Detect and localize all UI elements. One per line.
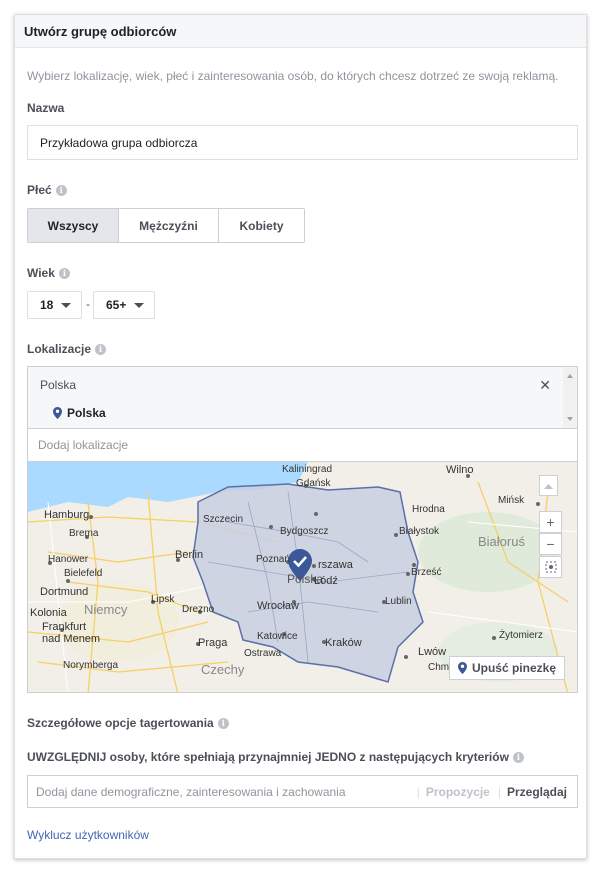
- panel-title: Utwórz grupę odbiorców: [24, 23, 177, 39]
- map-label-brzesc: Brześć: [411, 567, 442, 578]
- detailed-targeting-label-text: Szczegółowe opcje tagertowania: [27, 716, 214, 730]
- map-label-lwow: Lwów: [418, 646, 447, 658]
- age-min-dropdown[interactable]: 18: [27, 291, 82, 319]
- detailed-targeting-placeholder: Dodaj dane demograficzne, zainteresowani…: [36, 784, 346, 799]
- map-label-zytomierz: Żytomierz: [499, 630, 543, 641]
- map-label-szczecin: Szczecin: [203, 514, 244, 525]
- info-icon[interactable]: i: [217, 717, 229, 729]
- location-map[interactable]: Kaliningrad Gdańsk Wilno Hamburg Brema S…: [27, 461, 578, 693]
- include-criteria-text: UWZGLĘDNIJ osoby, które spełniają przyna…: [27, 750, 509, 764]
- info-icon[interactable]: i: [512, 751, 524, 763]
- map-label-berlin: Berlin: [175, 549, 204, 561]
- detailed-targeting-label: Szczegółowe opcje tagertowania i: [27, 716, 229, 730]
- map-label-drezno: Drezno: [182, 604, 215, 615]
- gender-option-all[interactable]: Wszyscy: [28, 209, 119, 242]
- map-label-katowice: Katowice: [257, 631, 298, 642]
- map-label-bialystok: Białystok: [399, 526, 440, 537]
- panel-header: Utwórz grupę odbiorców: [15, 15, 586, 48]
- locations-label-text: Lokalizacje: [27, 342, 92, 356]
- map-label-dortmund: Dortmund: [40, 586, 89, 598]
- age-max-value: 65+: [106, 298, 127, 312]
- audience-name-input[interactable]: Przykładowa grupa odbiorcza: [27, 125, 578, 160]
- age-separator: -: [86, 297, 90, 311]
- selected-location-item: Polska: [53, 406, 106, 420]
- gender-selector: Wszyscy Mężczyźni Kobiety: [27, 208, 305, 243]
- include-criteria-label: UWZGLĘDNIJ osoby, które spełniają przyna…: [27, 750, 524, 764]
- map-label-hrodna: Hrodna: [412, 504, 445, 515]
- map-label-poznan: Poznań: [256, 554, 290, 565]
- zoom-out-button[interactable]: −: [539, 533, 562, 555]
- map-label-wroclaw: Wrocław: [257, 600, 299, 612]
- gender-option-men[interactable]: Mężczyźni: [119, 209, 219, 242]
- age-max-dropdown[interactable]: 65+: [93, 291, 155, 319]
- map-label-krakow: Kraków: [325, 637, 362, 649]
- map-label-norymberga: Norymberga: [63, 660, 119, 671]
- zoom-out-icon: −: [546, 536, 555, 552]
- map-label-chmi: Chmi: [428, 662, 452, 673]
- gender-label-text: Płeć: [27, 183, 52, 197]
- description: Wybierz lokalizację, wiek, płeć i zainte…: [27, 69, 559, 83]
- map-label-niemcy: Niemcy: [84, 602, 128, 617]
- chevron-up-icon: [544, 483, 553, 489]
- gender-label: Płeć i: [27, 183, 67, 197]
- scroll-arrows-icon: [567, 374, 573, 421]
- map-label-kaliningrad: Kaliningrad: [282, 464, 333, 475]
- close-icon[interactable]: ✕: [539, 377, 551, 394]
- gender-option-women[interactable]: Kobiety: [219, 209, 304, 242]
- map-label-lodz: Łódź: [314, 575, 338, 587]
- exclude-users-link[interactable]: Wyklucz użytkowników: [27, 828, 149, 842]
- map-label-czechy: Czechy: [201, 662, 245, 677]
- location-pin-icon: [457, 662, 467, 674]
- drop-pin-button[interactable]: Upuść pinezkę: [448, 656, 565, 680]
- map-label-minsk: Mińsk: [498, 495, 525, 506]
- info-icon[interactable]: i: [55, 184, 67, 196]
- drop-pin-label: Upuść pinezkę: [471, 661, 556, 675]
- caret-down-icon: [61, 302, 72, 308]
- selected-locations-box: Polska ✕ Polska: [27, 366, 578, 429]
- add-location-placeholder: Dodaj lokalizacje: [38, 438, 129, 452]
- age-min-value: 18: [40, 298, 54, 312]
- zoom-in-icon: +: [546, 514, 555, 530]
- audience-name-value: Przykładowa grupa odbiorcza: [40, 135, 198, 150]
- map-label-brema: Brema: [69, 528, 99, 539]
- age-label: Wiek i: [27, 266, 70, 280]
- caret-down-icon: [134, 302, 145, 308]
- info-icon[interactable]: i: [95, 343, 107, 355]
- map-label-ostrawa: Ostrawa: [244, 648, 282, 659]
- zoom-in-button[interactable]: +: [539, 511, 562, 533]
- divider: |: [416, 784, 420, 799]
- info-icon[interactable]: i: [58, 267, 70, 279]
- create-audience-panel: Utwórz grupę odbiorców Wybierz lokalizac…: [14, 14, 587, 859]
- selected-location-name: Polska: [67, 406, 106, 420]
- map-label-lublin: Lublin: [385, 596, 412, 607]
- map-label-hamburg: Hamburg: [44, 509, 90, 521]
- map-label-bydgoszcz: Bydgoszcz: [280, 526, 329, 537]
- map-label-gdansk: Gdańsk: [296, 478, 331, 489]
- add-location-input[interactable]: Dodaj lokalizacje: [27, 429, 578, 462]
- map-label-bielefeld: Bielefeld: [64, 568, 103, 579]
- name-label-text: Nazwa: [27, 101, 65, 115]
- map-label-frankfurt: Frankfurt nad Menem: [42, 621, 101, 645]
- map-label-bialorus: Białoruś: [478, 534, 525, 549]
- location-group-label: Polska: [40, 378, 77, 392]
- age-label-text: Wiek: [27, 266, 55, 280]
- map-label-warszawa: rszawa: [318, 559, 353, 571]
- locate-icon: [545, 561, 556, 573]
- location-pin-icon: [53, 407, 62, 419]
- collapse-map-button[interactable]: [539, 475, 558, 496]
- scrollbar[interactable]: [563, 367, 577, 428]
- map-label-hanower: Hanower: [48, 554, 89, 565]
- suggestions-button[interactable]: Propozycje: [426, 785, 490, 799]
- name-label: Nazwa: [27, 101, 64, 115]
- map-label-wilno: Wilno: [446, 464, 474, 476]
- divider: |: [497, 784, 501, 799]
- browse-button[interactable]: Przeglądaj: [507, 785, 567, 799]
- map-label-lipsk: Lipsk: [151, 594, 175, 605]
- map-label-praga: Praga: [198, 637, 228, 649]
- map-label-kolonia: Kolonia: [30, 607, 67, 619]
- detailed-targeting-input[interactable]: Dodaj dane demograficzne, zainteresowani…: [27, 775, 578, 808]
- locate-button[interactable]: [539, 556, 562, 578]
- locations-label: Lokalizacje i: [27, 342, 107, 356]
